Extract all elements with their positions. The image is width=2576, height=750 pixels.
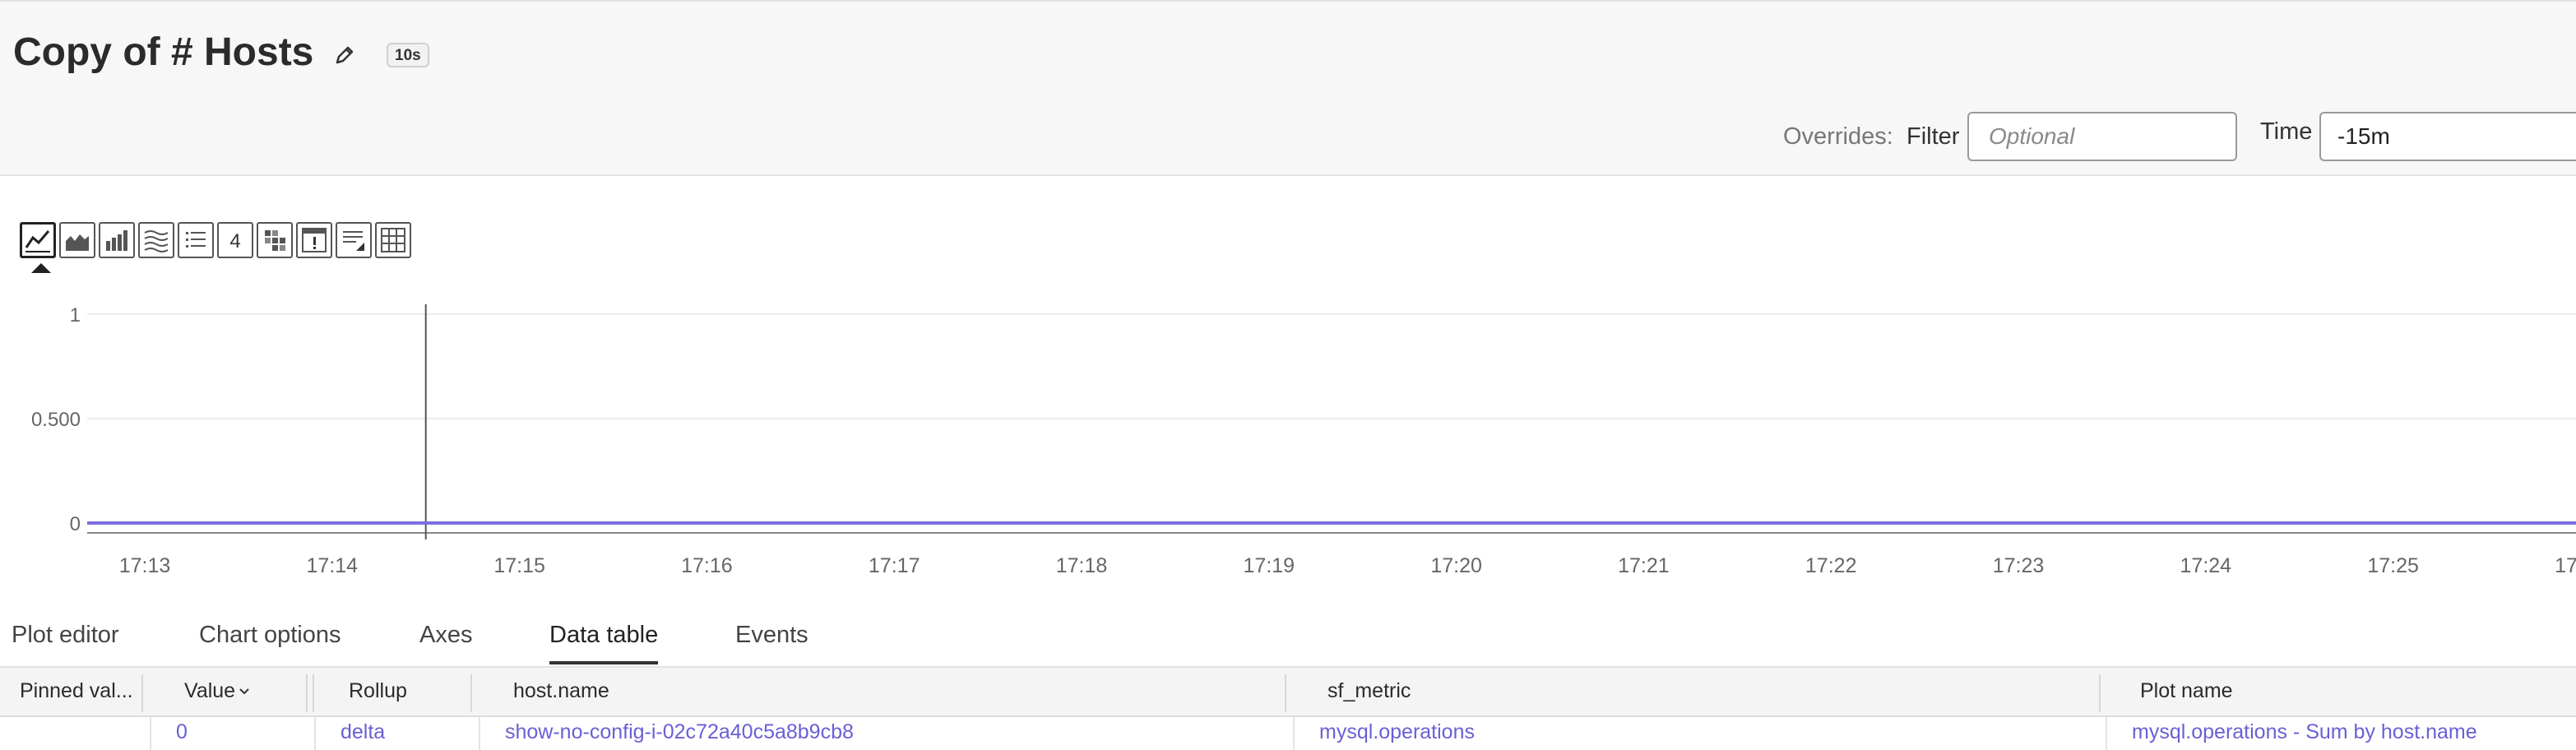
x-tick-label: 17:23 xyxy=(1993,554,2045,577)
cell-rollup: delta xyxy=(341,720,386,743)
column-header-value[interactable]: Value xyxy=(184,679,235,703)
viz-heatmap-button[interactable] xyxy=(257,222,293,258)
x-tick-label: 17:21 xyxy=(1618,554,1670,577)
active-viz-pointer xyxy=(31,263,51,273)
x-tick-label: 17:18 xyxy=(1056,554,1108,577)
cell-divider xyxy=(479,717,480,750)
y-tick-label: 1 xyxy=(70,304,81,326)
refresh-interval-badge: 10s xyxy=(387,43,429,67)
column-divider[interactable] xyxy=(141,674,143,712)
text-note-icon xyxy=(343,231,364,251)
pencil-icon[interactable] xyxy=(332,44,355,67)
viz-histogram-button[interactable] xyxy=(138,222,174,258)
x-tick-label: 17:15 xyxy=(493,554,545,577)
viz-single-value-button[interactable]: 4 xyxy=(217,222,253,258)
area-chart-icon xyxy=(66,234,89,251)
active-tab-underline xyxy=(549,661,658,664)
viz-event-feed-button[interactable] xyxy=(296,222,332,258)
x-tick-label: 17:14 xyxy=(307,554,359,577)
cell-divider xyxy=(2106,717,2107,750)
viz-column-chart-button[interactable] xyxy=(99,222,135,258)
x-tick-label: 17:13 xyxy=(119,554,171,577)
tab-chart-options[interactable]: Chart options xyxy=(199,622,341,649)
x-tick-label: 17:17 xyxy=(869,554,920,577)
time-label: Time xyxy=(2260,118,2313,145)
tab-plot-editor[interactable]: Plot editor xyxy=(12,622,119,649)
viz-list-button[interactable] xyxy=(178,222,214,258)
histogram-icon xyxy=(144,230,169,252)
cell-host-name[interactable]: show-no-config-i-02c72a40c5a8b9cb8 xyxy=(505,720,854,744)
filter-label: Filter xyxy=(1907,123,1960,150)
viz-table-button[interactable] xyxy=(375,222,411,258)
chevron-down-icon[interactable] xyxy=(239,686,250,697)
column-header-rollup[interactable]: Rollup xyxy=(349,679,407,703)
event-feed-icon xyxy=(302,228,327,252)
cell-divider xyxy=(1293,717,1295,750)
time-range-input[interactable] xyxy=(2319,112,2576,161)
filter-input[interactable] xyxy=(1967,112,2237,161)
tab-data-table[interactable]: Data table xyxy=(549,622,658,649)
y-tick-label: 0 xyxy=(70,513,81,535)
cell-divider xyxy=(150,717,151,750)
cell-divider xyxy=(314,717,316,750)
data-table-header: Pinned val... Value Rollup host.name sf_… xyxy=(0,666,2576,717)
column-divider[interactable] xyxy=(313,674,314,712)
column-header-plot-name[interactable]: Plot name xyxy=(2140,679,2233,703)
column-divider[interactable] xyxy=(470,674,472,712)
viz-area-chart-button[interactable] xyxy=(59,222,95,258)
column-divider[interactable] xyxy=(1285,674,1286,712)
column-header-sf-metric[interactable]: sf_metric xyxy=(1327,679,1411,703)
x-tick-label: 17:19 xyxy=(1244,554,1295,577)
viz-line-chart-button[interactable] xyxy=(20,222,56,258)
column-divider[interactable] xyxy=(306,674,308,712)
time-series-chart[interactable]: 0 0.500 1 17:13 17:14 17:15 17:16 17:17 17:18 17:… xyxy=(0,296,2576,592)
line-chart-icon xyxy=(25,230,50,252)
table-row[interactable]: 0 delta show-no-config-i-02c72a40c5a8b9c… xyxy=(0,717,2576,750)
x-tick-label: 17:20 xyxy=(1430,554,1482,577)
column-header-pinned-value[interactable]: Pinned val... xyxy=(20,679,133,703)
single-value-icon: 4 xyxy=(229,230,240,252)
x-tick-label: 17:25 xyxy=(2367,554,2419,577)
viz-text-note-button[interactable] xyxy=(336,222,372,258)
x-tick-label: 17:26 xyxy=(2555,554,2576,577)
overrides-label: Overrides: xyxy=(1783,123,1893,150)
chart-title[interactable]: Copy of # Hosts xyxy=(13,30,313,75)
tab-events[interactable]: Events xyxy=(735,622,808,649)
list-icon xyxy=(186,232,206,248)
table-chart-icon xyxy=(381,228,405,252)
cell-plot-name[interactable]: mysql.operations - Sum by host.name xyxy=(2132,720,2477,744)
x-tick-label: 17:24 xyxy=(2180,554,2232,577)
y-tick-label: 0.500 xyxy=(31,409,81,431)
cell-sf-metric[interactable]: mysql.operations xyxy=(1319,720,1475,744)
x-tick-label: 17:22 xyxy=(1805,554,1857,577)
x-tick-label: 17:16 xyxy=(681,554,733,577)
cell-value: 0 xyxy=(176,720,188,743)
dashboard-header: Copy of # Hosts 10s Overrides: Filter Ti… xyxy=(0,0,2576,176)
chart-editor-tabs: Plot editor Chart options Axes Data tabl… xyxy=(0,607,2576,666)
tab-axes[interactable]: Axes xyxy=(419,622,472,649)
heatmap-icon xyxy=(265,230,285,251)
svg-text:4: 4 xyxy=(229,230,240,252)
column-divider[interactable] xyxy=(2099,674,2101,712)
column-header-host-name[interactable]: host.name xyxy=(513,679,609,703)
column-chart-icon xyxy=(106,230,127,251)
visualization-type-toolbar: 4 xyxy=(20,222,411,260)
